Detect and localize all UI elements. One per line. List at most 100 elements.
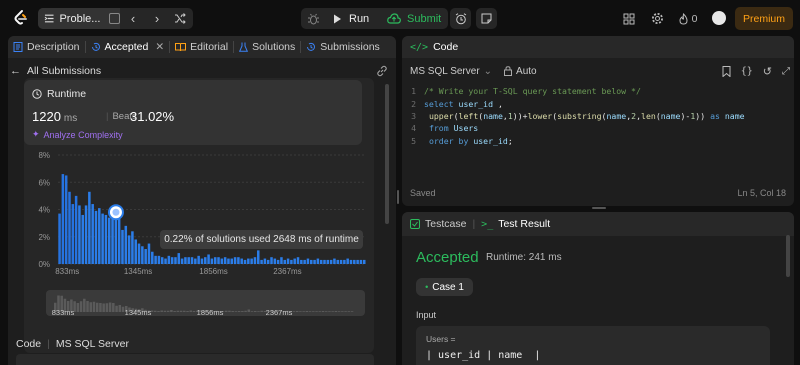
y-tick-label: 4% (38, 206, 50, 215)
format-braces-icon[interactable]: {} (741, 66, 753, 77)
chart-bar (329, 259, 333, 264)
mini-chart-bar (260, 310, 263, 312)
mini-chart-bar (347, 311, 351, 312)
checkbox-icon (410, 219, 420, 229)
bookmark-icon[interactable] (722, 65, 731, 77)
chart-bar (356, 259, 359, 264)
top-bar: Proble... ‹ › Run Submit 0 Premium (0, 0, 800, 36)
problem-list-button[interactable]: Proble... (38, 8, 120, 29)
play-icon (334, 14, 341, 23)
code-line[interactable]: 4 from Users (402, 122, 794, 134)
back-to-submissions[interactable]: ← All Submissions (10, 63, 390, 79)
chart-bar (134, 239, 137, 264)
mini-x-tick-label: 2367ms (266, 308, 293, 316)
code-label: Code (16, 338, 42, 350)
left-tab-bar: Description Accepted ✕ Editorial Solutio… (8, 36, 396, 58)
chart-bar (339, 259, 343, 264)
tab-description[interactable]: Description (8, 36, 85, 58)
runtime-distribution-chart[interactable]: 8% 6% 4% 2% 0% 833ms 1345ms 1856ms 2367ms (16, 147, 371, 287)
chart-bar (184, 257, 187, 264)
code-line[interactable]: 5 order by user_id; (402, 135, 794, 147)
tab-submissions-label: Submissions (320, 41, 380, 53)
chart-bar (293, 258, 296, 264)
chart-bar (227, 258, 230, 264)
dot-icon: • (425, 282, 429, 292)
code-brackets-icon: </> (410, 41, 429, 53)
expand-icon[interactable]: ⤢ (782, 66, 790, 77)
chart-bar (180, 258, 184, 264)
run-button[interactable]: Run (327, 8, 377, 29)
test-result-panel: Testcase | >_ Test Result Accepted Runti… (402, 212, 794, 365)
mini-chart-bar (302, 311, 305, 312)
mode-toggle[interactable]: Auto (504, 66, 537, 77)
result-status: Accepted (416, 249, 479, 266)
y-tick-label: 8% (38, 151, 50, 160)
run-label: Run (349, 12, 370, 25)
chart-bar (107, 217, 111, 264)
chart-bar (197, 255, 200, 264)
random-problem-button[interactable] (168, 8, 192, 29)
chart-bar (190, 257, 194, 264)
layout-button[interactable] (620, 8, 638, 29)
notes-button[interactable] (476, 8, 497, 29)
tab-testcase[interactable]: Testcase (410, 218, 466, 230)
tab-description-label: Description (27, 41, 80, 53)
tab-submissions[interactable]: Submissions (301, 36, 385, 58)
prev-problem-button[interactable]: ‹ (121, 8, 145, 29)
document-icon (13, 42, 23, 52)
settings-button[interactable] (648, 8, 666, 29)
scrollbar[interactable] (385, 84, 389, 224)
chart-bar (250, 258, 253, 264)
problem-nav-group: Proble... ‹ › (38, 8, 193, 29)
mini-chart-bar (321, 311, 325, 312)
chart-bar (124, 225, 128, 264)
submit-button[interactable]: Submit (379, 8, 448, 29)
mini-chart-bar (102, 303, 105, 312)
runtime-range-selector[interactable]: 833ms 1345ms 1856ms 2367ms (46, 290, 365, 316)
language-select[interactable]: MS SQL Server ⌄ (410, 66, 492, 77)
chart-bar (147, 243, 151, 264)
flask-icon (239, 42, 249, 52)
code-line[interactable]: 3 upper(left(name,1))+lower(substring(na… (402, 110, 794, 122)
scrollbar[interactable] (786, 235, 790, 277)
tab-test-result[interactable]: >_ Test Result (481, 218, 550, 230)
timer-button[interactable] (450, 8, 471, 29)
code-editor[interactable]: 1 /* Write your T-SQL query statement bel… (402, 85, 794, 147)
chart-bar (61, 174, 65, 264)
panel-resize-handle[interactable] (592, 207, 606, 209)
runtime-title: Runtime (32, 88, 86, 100)
analyze-complexity-link[interactable]: ✦ Analyze Complexity (32, 129, 123, 140)
reset-icon[interactable]: ↺ (763, 65, 772, 78)
next-problem-button[interactable]: › (145, 8, 169, 29)
panel-resize-handle[interactable] (397, 190, 399, 204)
tab-editorial[interactable]: Editorial (170, 36, 233, 58)
avatar[interactable] (712, 11, 726, 25)
chart-bar (223, 257, 227, 264)
chart-bar (64, 175, 68, 264)
line-number: 2 (411, 98, 416, 109)
code-line[interactable]: 1 /* Write your T-SQL query statement bel… (402, 85, 794, 97)
premium-button[interactable]: Premium (735, 7, 793, 30)
mini-chart-bar (228, 310, 231, 312)
chevron-left-icon: ‹ (130, 11, 136, 26)
leetcode-logo-icon[interactable] (12, 9, 30, 27)
shortcut-icon (109, 13, 120, 24)
close-tab-icon[interactable]: ✕ (155, 41, 164, 53)
chart-bar (343, 259, 346, 264)
chart-bar (200, 258, 204, 264)
tab-solutions[interactable]: Solutions (234, 36, 300, 58)
chart-bar (257, 250, 260, 264)
debug-button[interactable] (301, 8, 325, 29)
save-status: Saved (410, 188, 436, 198)
chart-bar (266, 259, 270, 264)
chart-bar (243, 259, 247, 264)
share-link-icon[interactable] (376, 65, 388, 77)
code-line[interactable]: 2 select user_id , (402, 97, 794, 109)
streak-counter[interactable]: 0 (674, 8, 702, 29)
tab-accepted[interactable]: Accepted ✕ (86, 36, 170, 58)
chart-bar (260, 259, 263, 264)
x-tick-label: 1856ms (199, 267, 227, 276)
mini-chart-bar (331, 311, 334, 312)
case-1-tab[interactable]: • Case 1 (416, 278, 473, 296)
clock-icon (32, 89, 42, 99)
